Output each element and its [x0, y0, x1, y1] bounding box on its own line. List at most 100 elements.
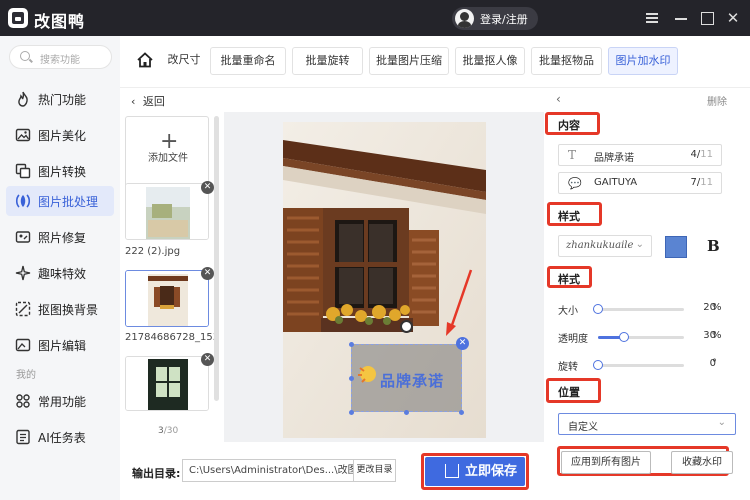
search-input[interactable]: 搜索功能	[9, 45, 112, 69]
sidebar-item-label: 图片转换	[38, 165, 87, 179]
output-path-field[interactable]: C:\Users\Administrator\Des...\改图鸭	[182, 459, 354, 482]
sidebar-item-cutout[interactable]: 抠图换背景	[6, 294, 114, 324]
edit-icon	[15, 338, 31, 352]
font-select[interactable]: zhankukuaile ⌄	[558, 235, 652, 257]
file-thumb[interactable]	[125, 356, 209, 411]
cutout-icon	[15, 301, 31, 317]
sidebar-item-ai-tasks[interactable]: AI任务表	[6, 422, 114, 452]
remove-file-icon[interactable]: ✕	[201, 267, 214, 280]
sidebar-item-hot[interactable]: 热门功能	[6, 84, 114, 114]
thumbnail-image	[126, 357, 208, 410]
sidebar-item-convert[interactable]: 图片转换	[6, 156, 114, 186]
thumbnail-image	[126, 184, 208, 239]
tool-batch-rename[interactable]: 批量重命名	[210, 47, 286, 75]
tool-resize[interactable]: 改尺寸	[164, 47, 204, 75]
app-title: 改图鸭	[34, 12, 86, 31]
sidebar-item-label: AI任务表	[38, 431, 86, 445]
convert-icon	[15, 163, 31, 179]
slider-thumb[interactable]	[593, 360, 603, 370]
close-icon[interactable]: ✕	[724, 9, 742, 27]
watermark-brand-field[interactable]: 💬 GAITUYA 7/11	[558, 172, 722, 194]
resize-handle[interactable]	[459, 410, 464, 415]
rotate-unit: °	[712, 358, 717, 369]
remove-file-icon[interactable]: ✕	[201, 181, 214, 194]
sidebar-item-repair[interactable]: 照片修复	[6, 222, 114, 252]
favorite-watermark-button[interactable]: 收藏水印	[671, 451, 733, 474]
output-dir-label: 输出目录:	[132, 467, 181, 480]
content-title: 内容	[558, 119, 580, 132]
tool-watermark[interactable]: 图片加水印	[608, 47, 678, 75]
file-name: 222 (2).jpg	[125, 246, 181, 257]
resize-handle[interactable]	[404, 410, 409, 415]
title-bar: 改图鸭 登录/注册 ✕	[0, 0, 750, 36]
grid-icon	[16, 394, 30, 408]
rotate-slider[interactable]	[593, 360, 684, 370]
page-total: /30	[163, 426, 179, 436]
panel-back-icon[interactable]: ‹	[556, 92, 561, 106]
file-thumb[interactable]	[125, 183, 209, 240]
file-list-scrollbar[interactable]	[214, 116, 219, 401]
rotate-handle-icon[interactable]	[400, 320, 413, 333]
sidebar-item-effects[interactable]: 趣味特效	[6, 258, 114, 288]
thumbnail-image	[126, 271, 208, 326]
sidebar-item-label: 常用功能	[38, 395, 87, 409]
section-label-mine: 我的	[16, 370, 36, 381]
chevron-down-icon: ⌄	[635, 239, 644, 250]
color-swatch[interactable]	[665, 236, 687, 258]
back-label: 返回	[142, 95, 165, 108]
back-button[interactable]: ‹ 返回	[131, 93, 165, 109]
login-button[interactable]: 登录/注册	[452, 7, 538, 30]
sidebar-item-label: 图片编辑	[38, 339, 87, 353]
size-unit: %	[712, 302, 722, 313]
maximize-icon[interactable]	[698, 9, 716, 27]
position-select[interactable]: 自定义 ⌄	[558, 413, 736, 435]
batch-icon	[15, 194, 31, 208]
slider-thumb[interactable]	[619, 332, 629, 342]
bold-button[interactable]: B	[707, 237, 720, 255]
rotate-label: 旋转	[558, 362, 578, 373]
change-dir-button[interactable]: 更改目录	[354, 459, 396, 482]
image-icon	[15, 128, 31, 142]
resize-handle[interactable]	[349, 376, 354, 381]
download-icon	[445, 464, 459, 478]
chat-icon: 💬	[568, 177, 582, 190]
font-name: zhankukuaile	[566, 240, 634, 251]
resize-handle[interactable]	[349, 342, 354, 347]
delete-button[interactable]: 删除	[707, 93, 727, 108]
sidebar-item-beautify[interactable]: 图片美化	[6, 120, 114, 150]
tool-batch-portrait-cutout[interactable]: 批量抠人像	[455, 47, 525, 75]
minimize-icon[interactable]	[672, 9, 690, 27]
sidebar-item-edit[interactable]: 图片编辑	[6, 330, 114, 360]
app-logo-icon	[8, 8, 28, 28]
sidebar-item-label: 图片美化	[38, 129, 87, 143]
resize-handle[interactable]	[349, 410, 354, 415]
tool-batch-compress[interactable]: 批量图片压缩	[369, 47, 449, 75]
avatar-icon	[455, 9, 474, 28]
tool-bar: 改尺寸 批量重命名 批量旋转 批量图片压缩 批量抠人像 批量抠物品 图片加水印	[120, 36, 750, 88]
sparkle-icon	[15, 265, 31, 281]
opacity-unit: %	[712, 330, 722, 341]
file-thumb-selected[interactable]	[125, 270, 209, 327]
char-count-max: 11	[700, 149, 713, 160]
remove-file-icon[interactable]: ✕	[201, 353, 214, 366]
tool-batch-object-cutout[interactable]: 批量抠物品	[531, 47, 602, 75]
size-label: 大小	[558, 306, 578, 317]
sidebar-item-batch[interactable]: 图片批处理	[6, 186, 114, 216]
home-icon[interactable]	[136, 51, 154, 69]
login-label: 登录/注册	[480, 13, 528, 26]
apply-all-button[interactable]: 应用到所有图片	[561, 451, 651, 474]
size-slider[interactable]	[593, 304, 684, 314]
menu-icon[interactable]	[643, 9, 661, 27]
repair-icon	[15, 231, 31, 243]
slider-thumb[interactable]	[593, 304, 603, 314]
save-now-button[interactable]: 立即保存	[425, 457, 525, 486]
watermark-close-icon[interactable]: ✕	[456, 337, 469, 350]
tool-batch-rotate[interactable]: 批量旋转	[292, 47, 363, 75]
watermark-text-field[interactable]: T 品牌承诺 4/11	[558, 144, 722, 166]
sidebar-item-common[interactable]: 常用功能	[6, 386, 114, 416]
fire-icon	[18, 91, 28, 107]
char-count: 7/11	[691, 177, 713, 188]
search-icon	[20, 51, 30, 61]
sidebar-item-label: 趣味特效	[38, 267, 87, 281]
opacity-slider[interactable]	[598, 332, 684, 342]
